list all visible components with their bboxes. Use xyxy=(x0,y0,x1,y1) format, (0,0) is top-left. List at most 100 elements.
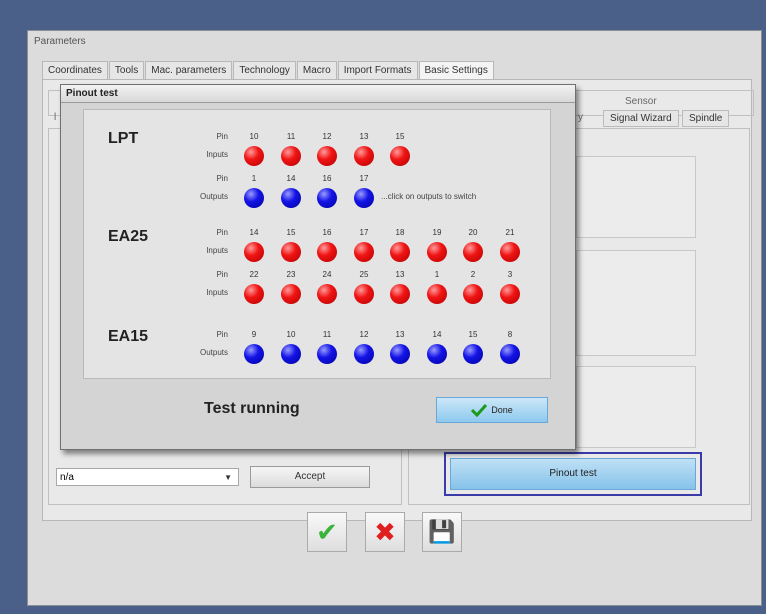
ea15-output-led[interactable] xyxy=(390,344,410,364)
pin-number: 19 xyxy=(432,228,442,237)
pin-number: 23 xyxy=(286,270,296,279)
pin-number: 3 xyxy=(507,270,513,279)
lpt-label: LPT xyxy=(108,130,139,147)
pin-number: 14 xyxy=(286,174,296,183)
ea25-input-led xyxy=(244,242,264,262)
sensor-label: Sensor xyxy=(625,96,657,107)
ea25-input-led xyxy=(500,242,520,262)
close-icon: ✖ xyxy=(374,516,396,547)
tab-spindle[interactable]: Spindle xyxy=(682,110,730,127)
dialog-title: Pinout test xyxy=(61,85,575,103)
tab-mac-parameters[interactable]: Mac. parameters xyxy=(145,61,233,79)
tab-bar: Coordinates Tools Mac. parameters Techno… xyxy=(42,61,495,79)
pin-number: 1 xyxy=(434,270,440,279)
ea15-output-led[interactable] xyxy=(244,344,264,364)
port-select[interactable]: n/a ▼ xyxy=(56,468,239,486)
ea25-input-led xyxy=(427,284,447,304)
lpt-output-led[interactable] xyxy=(317,188,337,208)
accept-button[interactable]: Accept xyxy=(250,466,370,488)
pin-number: 10 xyxy=(249,132,259,141)
lpt-input-led xyxy=(281,146,301,166)
ok-button[interactable]: ✔ xyxy=(307,512,347,552)
tab-basic-settings[interactable]: Basic Settings xyxy=(418,61,494,79)
pin-number: 15 xyxy=(286,228,296,237)
ea25-label: EA25 xyxy=(108,228,149,245)
tab-fragment-left: l xyxy=(54,112,57,123)
ea15-output-led[interactable] xyxy=(354,344,374,364)
pin-label: Pin xyxy=(216,330,228,339)
outputs-label: Outputs xyxy=(199,192,228,201)
pinout-panel: LPT Pin Inputs Pin Outputs ...click on o… xyxy=(83,109,551,379)
lpt-input-led xyxy=(244,146,264,166)
pin-number: 15 xyxy=(395,132,405,141)
tab-fragment: y xyxy=(578,112,583,123)
ea25-input-led xyxy=(354,242,374,262)
pin-number: 15 xyxy=(468,330,478,339)
pin-label: Pin xyxy=(216,132,228,141)
inputs-label: Inputs xyxy=(206,150,228,159)
settings-box-1 xyxy=(576,156,696,238)
done-button[interactable]: Done xyxy=(436,397,548,423)
ea15-output-led[interactable] xyxy=(500,344,520,364)
pin-label: Pin xyxy=(216,228,228,237)
ea25-input-led xyxy=(354,284,374,304)
done-label: Done xyxy=(491,405,513,415)
window-title: Parameters xyxy=(34,36,86,47)
pin-number: 13 xyxy=(359,132,369,141)
pin-number: 12 xyxy=(359,330,369,339)
tab-import-formats[interactable]: Import Formats xyxy=(337,61,418,79)
pin-number: 17 xyxy=(359,174,369,183)
chevron-down-icon: ▼ xyxy=(224,473,232,482)
outputs-hint: ...click on outputs to switch xyxy=(381,192,477,201)
pin-number: 25 xyxy=(359,270,369,279)
lpt-output-led[interactable] xyxy=(354,188,374,208)
lpt-input-led xyxy=(390,146,410,166)
ea15-output-led[interactable] xyxy=(427,344,447,364)
ea25-input-led xyxy=(317,284,337,304)
ea15-output-led[interactable] xyxy=(281,344,301,364)
pin-number: 11 xyxy=(322,330,332,339)
ea25-input-led xyxy=(317,242,337,262)
pin-number: 20 xyxy=(468,228,478,237)
lpt-input-led xyxy=(317,146,337,166)
lpt-input-led xyxy=(354,146,374,166)
pinout-test-button[interactable]: Pinout test xyxy=(444,452,702,496)
ea15-output-led[interactable] xyxy=(463,344,483,364)
pin-number: 14 xyxy=(432,330,442,339)
cancel-button[interactable]: ✖ xyxy=(365,512,405,552)
ea25-input-led xyxy=(463,242,483,262)
tab-macro[interactable]: Macro xyxy=(296,61,337,79)
ea25-input-led xyxy=(463,284,483,304)
lpt-output-led[interactable] xyxy=(244,188,264,208)
ea25-input-led xyxy=(281,284,301,304)
outputs-label: Outputs xyxy=(199,348,228,357)
lpt-output-led[interactable] xyxy=(281,188,301,208)
save-button[interactable]: 💾 xyxy=(422,512,462,552)
pinout-test-dialog: Pinout test LPT Pin Inputs Pin Outputs .… xyxy=(60,84,576,450)
ea15-output-led[interactable] xyxy=(317,344,337,364)
pin-number: 13 xyxy=(395,270,405,279)
ea25-input-led xyxy=(390,242,410,262)
pin-number: 12 xyxy=(322,132,332,141)
pin-number: 11 xyxy=(286,132,296,141)
inputs-label: Inputs xyxy=(206,288,228,297)
settings-box-3 xyxy=(576,366,696,448)
pin-number: 9 xyxy=(251,330,257,339)
pin-number: 17 xyxy=(359,228,369,237)
pin-number: 1 xyxy=(251,174,257,183)
tab-technology[interactable]: Technology xyxy=(233,61,296,79)
pinout-test-label: Pinout test xyxy=(450,458,696,490)
ea25-input-led xyxy=(500,284,520,304)
tab-signal-wizard[interactable]: Signal Wizard xyxy=(603,110,679,127)
pin-label: Pin xyxy=(216,270,228,279)
ea25-input-led xyxy=(390,284,410,304)
pin-number: 14 xyxy=(249,228,259,237)
tab-tools[interactable]: Tools xyxy=(108,61,145,79)
checkmark-icon: ✔ xyxy=(316,516,338,547)
ea25-input-led xyxy=(244,284,264,304)
pin-number: 18 xyxy=(395,228,405,237)
pin-number: 21 xyxy=(505,228,515,237)
test-status: Test running xyxy=(204,400,300,417)
pin-number: 13 xyxy=(395,330,405,339)
tab-coordinates[interactable]: Coordinates xyxy=(42,61,108,79)
